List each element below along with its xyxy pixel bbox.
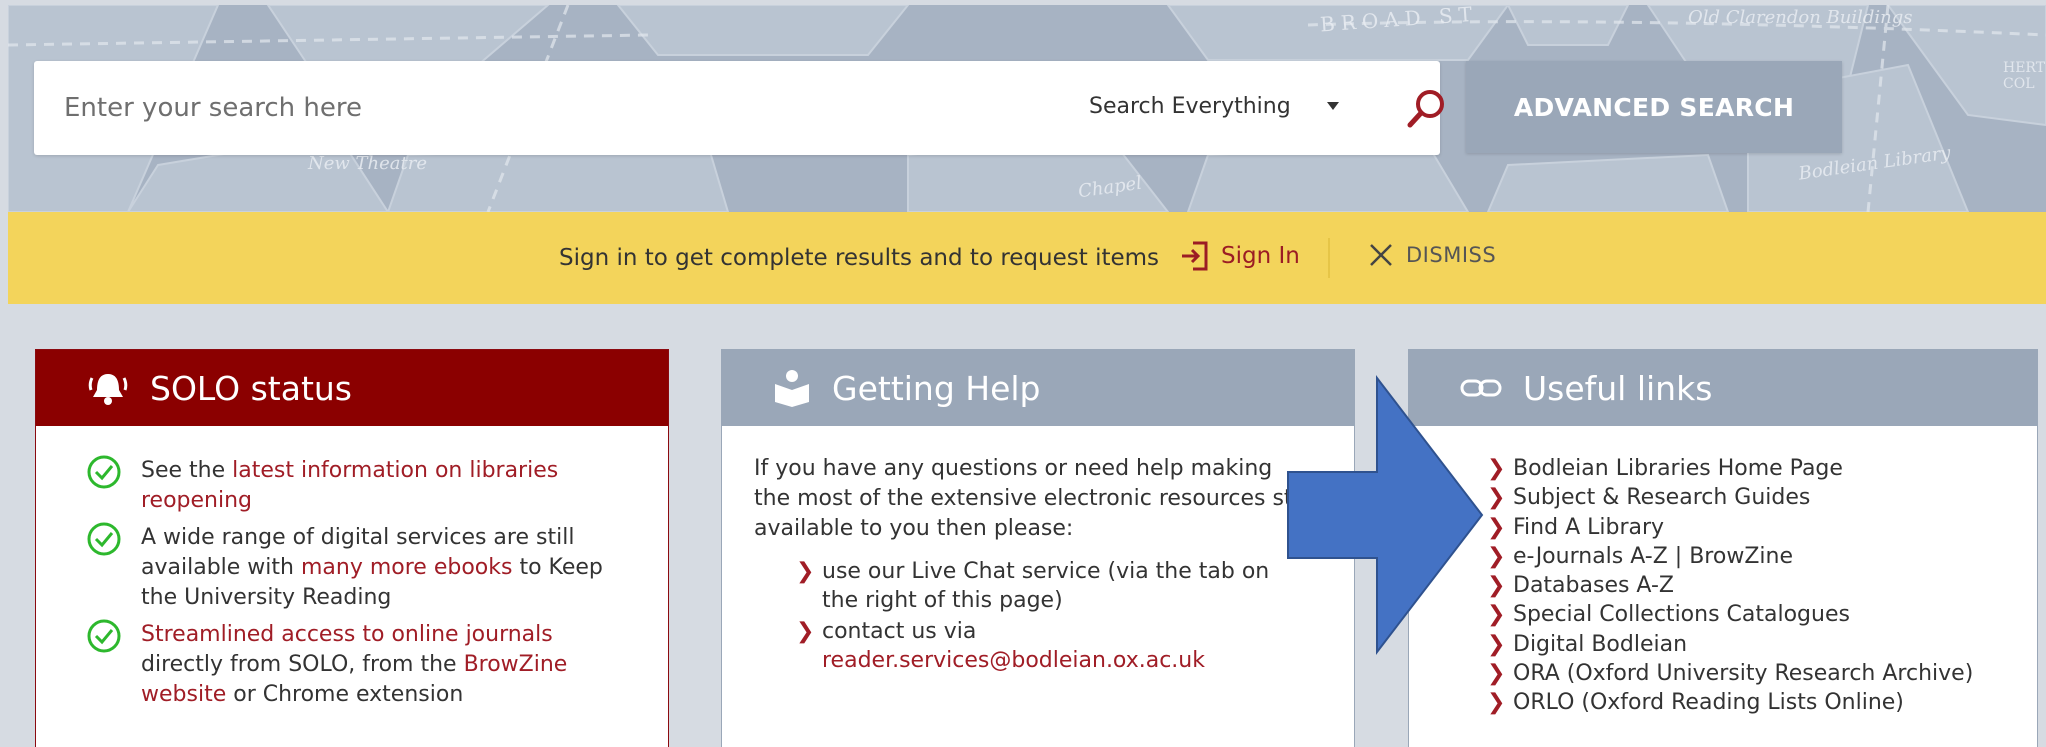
map-label-new-theatre: New Theatre — [308, 153, 428, 174]
list-item: ❯ use our Live Chat service (via the tab… — [796, 557, 1296, 615]
solo-status-list: See the latest information on libraries … — [86, 455, 626, 717]
search-input[interactable] — [64, 85, 964, 131]
list-item: A wide range of digital services are sti… — [86, 522, 626, 613]
check-circle-icon — [87, 522, 121, 556]
map-label-hert: HERT COL — [2003, 60, 2046, 92]
check-circle-icon — [87, 455, 121, 489]
list-item[interactable]: ❯ e-Journals A-Z | BrowZine — [1487, 542, 1973, 571]
online-journals-link[interactable]: Streamlined access to online journals — [141, 622, 553, 647]
search-icon — [1407, 90, 1444, 128]
list-item: Streamlined access to online journals di… — [86, 619, 626, 710]
solo-status-title: SOLO status — [150, 368, 352, 408]
list-item[interactable]: ❯ Find A Library — [1487, 513, 1973, 542]
getting-help-header: Getting Help — [722, 350, 1354, 426]
search-scope-select[interactable]: Search Everything — [1089, 94, 1291, 119]
close-icon — [1370, 244, 1392, 266]
bell-alert-icon — [88, 374, 128, 405]
useful-link[interactable]: ORLO (Oxford Reading Lists Online) — [1513, 690, 1904, 715]
chevron-down-icon[interactable] — [1327, 102, 1339, 110]
useful-link[interactable]: Subject & Research Guides — [1513, 485, 1810, 510]
annotation-arrow-icon — [1287, 375, 1484, 655]
useful-links-list: ❯ Bodleian Libraries Home Page ❯ Subject &… — [1487, 454, 1973, 718]
list-item: See the latest information on libraries … — [86, 455, 626, 516]
useful-link[interactable]: ORA (Oxford University Research Archive) — [1513, 661, 1973, 686]
signin-message: Sign in to get complete results and to r… — [559, 245, 1160, 271]
useful-link[interactable]: Digital Bodleian — [1513, 632, 1687, 657]
help-item-text: use our Live Chat service (via the tab o… — [822, 559, 1270, 613]
chevron-right-icon: ❯ — [1487, 485, 1506, 511]
solo-status-header: SOLO status — [36, 350, 668, 426]
getting-help-title: Getting Help — [832, 368, 1041, 408]
map-label-old-clarendon: Old Clarendon Buildings — [1688, 7, 1913, 28]
sign-in-icon[interactable] — [1179, 240, 1211, 278]
email-link[interactable]: reader.services@bodleian.ox.ac.uk — [822, 648, 1205, 673]
chevron-right-icon: ❯ — [1487, 573, 1506, 599]
useful-links-panel: Useful links ❯ Bodleian Libraries Home Pa… — [1408, 349, 2038, 747]
list-item[interactable]: ❯ Bodleian Libraries Home Page — [1487, 454, 1973, 483]
ebooks-link[interactable]: many more ebooks — [301, 555, 512, 580]
useful-links-header: Useful links — [1409, 350, 2037, 426]
dismiss-button[interactable]: DISMISS — [1368, 242, 1496, 268]
useful-link[interactable]: Special Collections Catalogues — [1513, 602, 1850, 627]
chevron-right-icon: ❯ — [1487, 514, 1506, 540]
check-circle-icon — [87, 619, 121, 653]
advanced-search-button[interactable]: ADVANCED SEARCH — [1466, 61, 1842, 153]
signin-banner: Sign in to get complete results and to r… — [8, 212, 2046, 304]
chevron-right-icon: ❯ — [796, 559, 815, 584]
status-text: directly from SOLO, from the — [141, 652, 464, 677]
status-text: or Chrome extension — [226, 682, 464, 707]
sign-in-link[interactable]: Sign In — [1221, 243, 1300, 269]
chevron-right-icon: ❯ — [1487, 661, 1506, 687]
useful-link[interactable]: e-Journals A-Z | BrowZine — [1513, 544, 1793, 569]
chevron-right-icon: ❯ — [1487, 690, 1506, 716]
chevron-right-icon: ❯ — [1487, 543, 1506, 569]
list-item[interactable]: ❯ Digital Bodleian — [1487, 630, 1973, 659]
divider — [1328, 238, 1330, 278]
chevron-right-icon: ❯ — [1487, 631, 1506, 657]
list-item[interactable]: ❯ Subject & Research Guides — [1487, 483, 1973, 512]
list-item[interactable]: ❯ ORLO (Oxford Reading Lists Online) — [1487, 688, 1973, 717]
list-item[interactable]: ❯ ORA (Oxford University Research Archive… — [1487, 659, 1973, 688]
dismiss-label: DISMISS — [1406, 243, 1497, 267]
search-button[interactable] — [1402, 83, 1452, 133]
chevron-right-icon: ❯ — [1487, 602, 1506, 628]
list-item: ❯ contact us via reader.services@bodleia… — [796, 617, 1296, 675]
getting-help-panel: Getting Help If you have any questions o… — [721, 349, 1355, 747]
useful-link[interactable]: Bodleian Libraries Home Page — [1513, 456, 1843, 481]
help-intro: If you have any questions or need help m… — [754, 456, 1311, 541]
solo-status-panel: SOLO status See the latest information o… — [35, 349, 669, 747]
list-item[interactable]: ❯ Databases A-Z — [1487, 571, 1973, 600]
list-item[interactable]: ❯ Special Collections Catalogues — [1487, 600, 1973, 629]
chevron-right-icon: ❯ — [796, 619, 815, 644]
help-list: ❯ use our Live Chat service (via the tab… — [796, 557, 1296, 677]
search-bar: Search Everything — [34, 61, 1444, 155]
help-item-text: contact us via — [822, 619, 977, 644]
chevron-right-icon: ❯ — [1487, 456, 1506, 481]
book-reader-icon — [775, 370, 809, 407]
useful-links-title: Useful links — [1523, 368, 1713, 408]
useful-link[interactable]: Databases A-Z — [1513, 573, 1674, 598]
useful-link[interactable]: Find A Library — [1513, 515, 1664, 540]
status-text: See the — [141, 458, 233, 483]
